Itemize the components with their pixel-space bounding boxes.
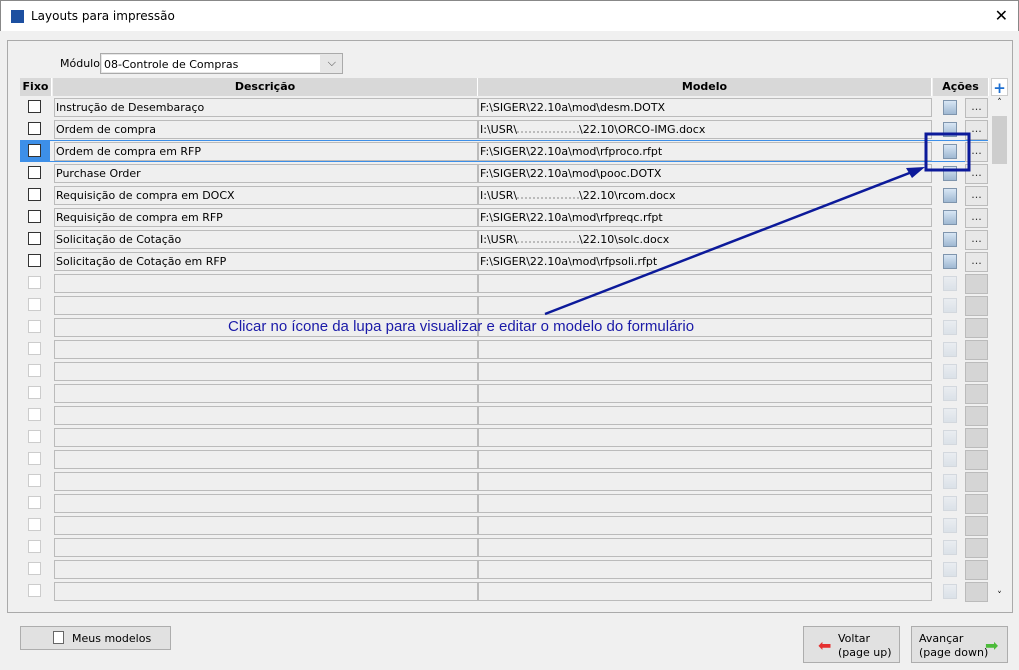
avancar-sub: (page down) [919, 646, 989, 659]
annotation-arrow [544, 170, 913, 316]
meus-modelos-button[interactable]: Meus modelos [20, 626, 171, 650]
meus-modelos-label: Meus modelos [72, 632, 152, 645]
arrow-right-icon: ➡ [985, 636, 999, 655]
voltar-label: Voltar [838, 632, 871, 645]
arrow-head [906, 167, 925, 178]
avancar-button[interactable]: Avançar (page down) ➡ [911, 626, 1008, 663]
arrow-left-icon: ⬅ [818, 636, 832, 655]
voltar-sub: (page up) [838, 646, 892, 659]
highlight-box [924, 132, 971, 172]
avancar-label: Avançar [919, 632, 964, 645]
voltar-button[interactable]: ⬅ Voltar (page up) [803, 626, 900, 663]
document-icon [53, 631, 64, 644]
annotation-overlay [544, 132, 971, 316]
annotation-text: Clicar no ícone da lupa para visualizar … [228, 318, 695, 335]
